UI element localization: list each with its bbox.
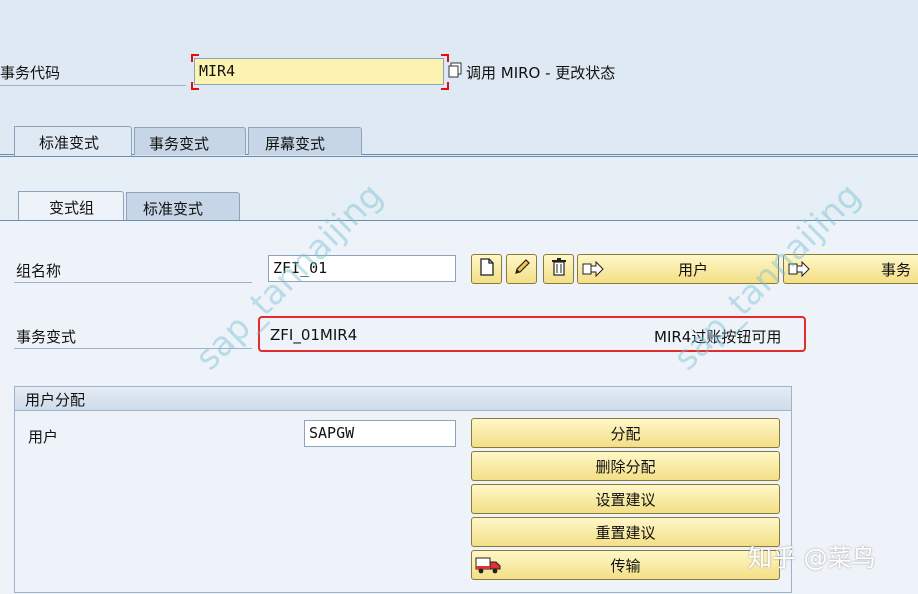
user-label: 用户 — [28, 428, 59, 446]
source-watermark: 知乎 @菜鸟 — [748, 544, 876, 572]
arrow-out-icon — [788, 260, 810, 282]
group-name-input[interactable]: ZFI_01 — [268, 255, 456, 282]
highlight-box — [258, 316, 806, 352]
user-input[interactable]: SAPGW — [304, 420, 456, 447]
reset-proposal-button[interactable]: 重置建议 — [471, 517, 780, 547]
transactions-button[interactable]: 事务 — [783, 254, 918, 284]
group-name-label: 组名称 — [16, 262, 62, 280]
arrow-out-icon — [582, 260, 604, 282]
group-name-underline — [14, 282, 252, 283]
copy-icon[interactable] — [448, 62, 462, 78]
tcode-label-underline — [0, 85, 186, 86]
users-button[interactable]: 用户 — [577, 254, 779, 284]
user-assignment-title: 用户分配 — [15, 387, 791, 411]
tab-standard-variant[interactable]: 标准变式 — [14, 126, 132, 156]
trash-icon — [551, 258, 567, 280]
transaction-variant-underline — [14, 348, 252, 349]
focus-bracket-br — [441, 82, 449, 90]
header-area — [0, 0, 918, 110]
tcode-input[interactable]: MIR4 — [194, 58, 444, 85]
create-button[interactable] — [471, 254, 502, 284]
tab-variant-group[interactable]: 变式组 — [18, 191, 124, 221]
delete-button[interactable] — [543, 254, 574, 284]
focus-bracket-tr — [441, 54, 449, 62]
delete-assignment-button[interactable]: 删除分配 — [471, 451, 780, 481]
focus-bracket-bl — [191, 82, 199, 90]
focus-bracket-tl — [191, 54, 199, 62]
tcode-label: 事务代码 — [0, 64, 61, 82]
tab-standard-variant-sub[interactable]: 标准变式 — [126, 192, 240, 220]
new-document-icon — [479, 258, 495, 280]
tab-transaction-variant[interactable]: 事务变式 — [134, 127, 246, 155]
edit-button[interactable] — [506, 254, 537, 284]
tcode-description: 调用 MIRO - 更改状态 — [466, 64, 616, 82]
transaction-variant-label: 事务变式 — [16, 328, 77, 346]
pencil-icon — [513, 258, 531, 280]
truck-icon — [475, 555, 501, 579]
transport-button[interactable]: 传输 — [471, 550, 780, 580]
assign-button[interactable]: 分配 — [471, 418, 780, 448]
set-proposal-button[interactable]: 设置建议 — [471, 484, 780, 514]
tab-screen-variant[interactable]: 屏幕变式 — [248, 127, 362, 155]
